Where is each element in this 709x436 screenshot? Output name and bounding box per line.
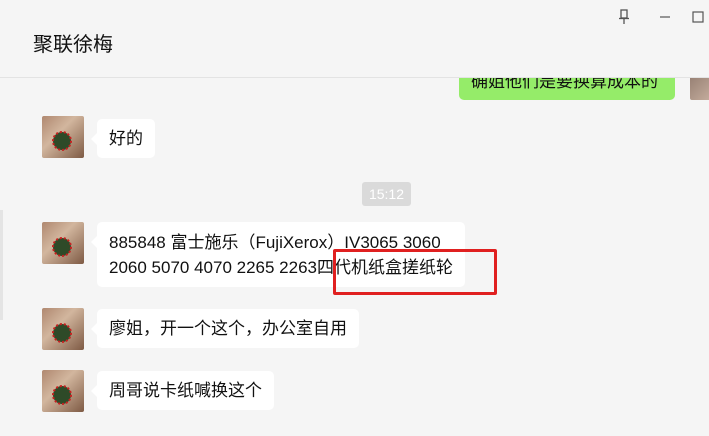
- message-text: 周哥说卡纸喊换这个: [109, 381, 262, 400]
- avatar-contact[interactable]: [42, 370, 84, 412]
- maximize-icon[interactable]: [687, 6, 709, 28]
- message-text: 好的: [109, 129, 143, 148]
- message-bubble[interactable]: 廖姐，开一个这个，办公室自用: [91, 309, 359, 348]
- message-bubble[interactable]: 好的: [91, 119, 155, 158]
- header-backdrop: 聚联徐梅: [0, 0, 709, 78]
- avatar-contact[interactable]: [42, 222, 84, 264]
- message-bubble[interactable]: 周哥说卡纸喊换这个: [91, 371, 274, 410]
- scroll-edge[interactable]: [0, 210, 3, 320]
- pin-icon[interactable]: [613, 6, 635, 28]
- chat-window: 聚联徐梅 确姐他们是要换算成本的 聚联徐梅: [0, 0, 709, 436]
- message-text: 廖姐，开一个这个，办公室自用: [109, 319, 347, 338]
- time-divider: 15:12: [362, 182, 411, 206]
- minimize-icon[interactable]: [654, 6, 676, 28]
- avatar-contact[interactable]: [42, 308, 84, 350]
- avatar-contact[interactable]: [42, 116, 84, 158]
- chat-title-overlay: 聚联徐梅: [33, 34, 113, 56]
- highlight-box: [333, 249, 497, 295]
